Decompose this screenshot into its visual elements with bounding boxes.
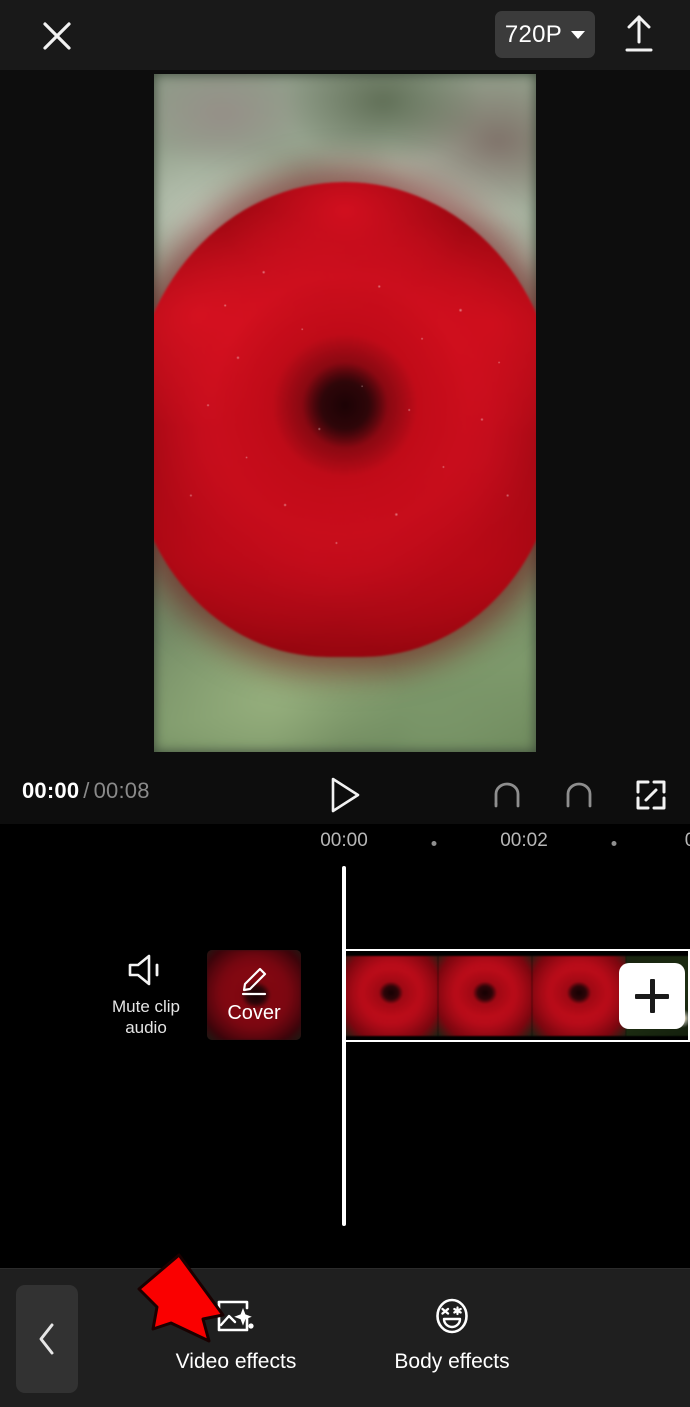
video-editor-screen: 720P 00:00/00:08 00:00 00:02 Mute clip a… xyxy=(0,0,690,1407)
current-time: 00:00 xyxy=(22,778,80,803)
bottom-toolbar: Video effects Body effects xyxy=(0,1268,690,1407)
clip-thumbnail xyxy=(344,956,438,1036)
smiley-face-icon xyxy=(436,1298,468,1334)
preview-area[interactable] xyxy=(0,70,690,764)
fullscreen-button[interactable] xyxy=(628,772,674,818)
time-display: 00:00/00:08 xyxy=(22,778,150,804)
undo-icon xyxy=(494,782,520,808)
video-preview[interactable] xyxy=(154,74,536,752)
resolution-label: 720P xyxy=(504,20,563,48)
video-effects-button[interactable]: Video effects xyxy=(151,1295,321,1374)
ruler-tick: 0 xyxy=(685,830,690,852)
redo-icon xyxy=(566,782,592,808)
body-effects-button[interactable]: Body effects xyxy=(367,1295,537,1374)
ruler-tick: 00:02 xyxy=(500,830,548,851)
chevron-down-icon xyxy=(571,30,586,39)
resolution-selector[interactable]: 720P xyxy=(495,11,595,58)
timeline-panel[interactable]: 00:00 00:02 0 Mute clip audio xyxy=(0,824,690,1256)
preview-water-droplets xyxy=(154,182,536,658)
timeline-ruler[interactable]: 00:00 00:02 0 xyxy=(0,830,690,862)
video-effects-label: Video effects xyxy=(175,1350,297,1373)
redo-button[interactable] xyxy=(556,772,602,818)
play-button[interactable] xyxy=(322,772,368,818)
player-bar: 00:00/00:08 xyxy=(0,764,690,824)
back-button[interactable] xyxy=(16,1285,78,1393)
upload-icon xyxy=(625,15,653,52)
mute-audio-icon xyxy=(128,954,159,986)
playhead[interactable] xyxy=(342,866,346,1226)
mute-clip-audio-label: Mute clip audio xyxy=(112,997,180,1038)
ruler-tick: 00:00 xyxy=(320,830,368,851)
cover-button[interactable]: Cover xyxy=(207,950,301,1040)
image-sparkle-icon xyxy=(217,1300,254,1332)
time-separator: / xyxy=(83,778,90,803)
close-button[interactable] xyxy=(33,12,81,60)
play-icon xyxy=(331,777,360,813)
pencil-edit-icon xyxy=(241,967,267,996)
export-button[interactable] xyxy=(615,10,663,58)
total-time: 00:08 xyxy=(93,778,150,803)
close-icon xyxy=(43,22,71,50)
plus-icon xyxy=(649,979,655,1013)
cover-label: Cover xyxy=(227,1002,281,1024)
clip-thumbnail xyxy=(532,956,626,1036)
ruler-dot xyxy=(431,841,437,846)
add-clip-button[interactable] xyxy=(619,963,685,1029)
clip-thumbnail xyxy=(438,956,532,1036)
ruler-dot xyxy=(611,841,617,846)
video-clip-track[interactable] xyxy=(344,949,690,1042)
mute-label-line2: audio xyxy=(125,1017,167,1037)
fullscreen-icon xyxy=(636,780,666,810)
body-effects-label: Body effects xyxy=(394,1350,510,1373)
chevron-left-icon xyxy=(39,1323,54,1355)
top-bar: 720P xyxy=(0,0,690,70)
undo-button[interactable] xyxy=(484,772,530,818)
mute-label-line1: Mute clip xyxy=(111,997,181,1016)
mute-clip-audio-button[interactable]: Mute clip audio xyxy=(108,952,184,1044)
